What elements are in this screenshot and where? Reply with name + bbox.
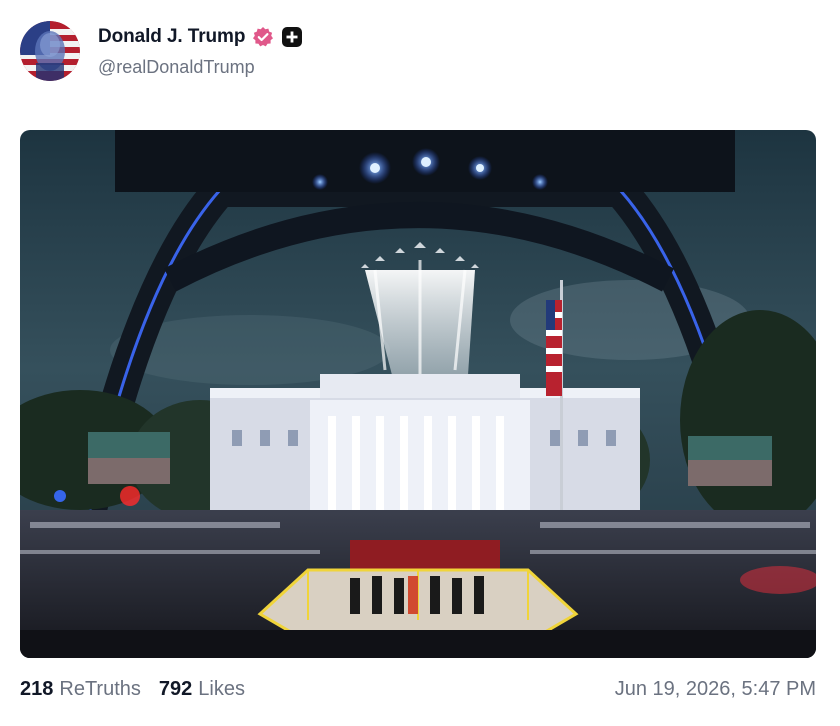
post-image[interactable]: [20, 130, 816, 658]
verified-badge-icon: [252, 26, 274, 48]
retruths-label: ReTruths: [59, 677, 141, 700]
author-display-name[interactable]: Donald J. Trump: [98, 26, 245, 48]
likes-stat[interactable]: 792 Likes: [159, 678, 245, 701]
author-handle[interactable]: @realDonaldTrump: [98, 57, 302, 78]
post-header: Donald J. Trump @realDonaldTrump: [20, 20, 303, 82]
likes-label: Likes: [198, 677, 245, 700]
name-row: Donald J. Trump: [98, 25, 303, 49]
likes-count: 792: [158, 677, 193, 700]
post-timestamp[interactable]: Jun 19, 2026, 5:47 PM: [615, 678, 816, 701]
event-photo: [20, 130, 816, 658]
avatar[interactable]: [20, 21, 80, 81]
retruths-stat[interactable]: 218 ReTruths: [20, 678, 141, 701]
avatar-image: [20, 21, 80, 81]
retruths-count: 218: [20, 677, 54, 700]
author-identity: Donald J. Trump @realDonaldTrump: [98, 25, 303, 78]
post-footer: 218 ReTruths 792 Likes Jun 19, 2026, 5:4…: [20, 674, 816, 704]
plus-badge-icon: [282, 26, 303, 47]
